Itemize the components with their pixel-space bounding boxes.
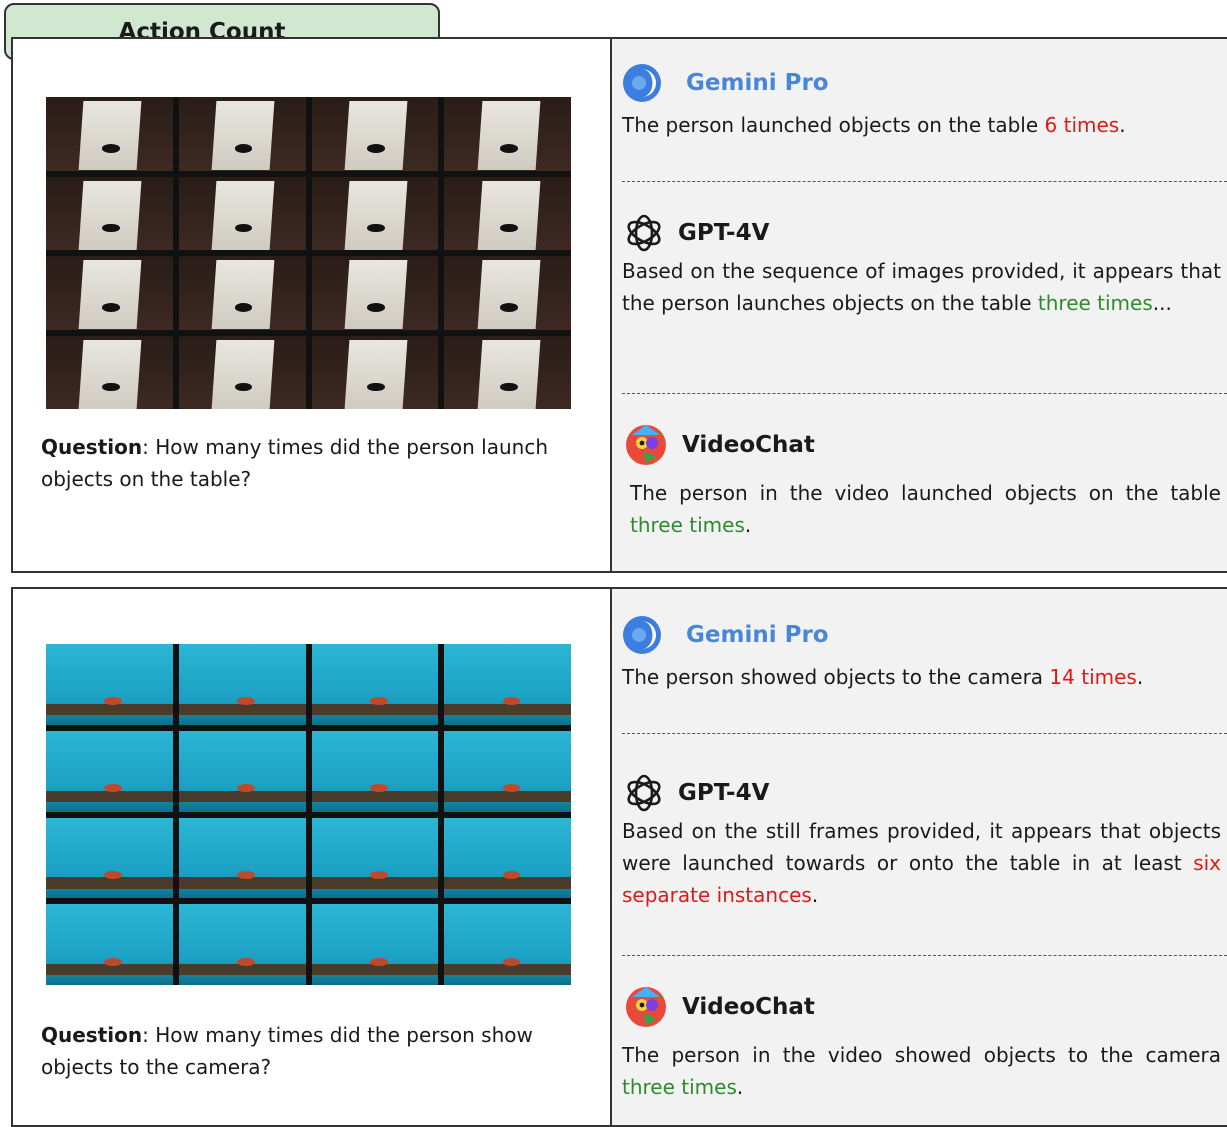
video-frame <box>46 730 173 812</box>
model-answers: Gemini Pro The person launched objects o… <box>612 39 1227 571</box>
answer-gpt4v: GPT-4V Based on the sequence of images p… <box>622 211 1221 319</box>
question-label: Question <box>41 435 143 459</box>
answer-videochat: VideoChat The person in the video launch… <box>622 423 1221 541</box>
answer-highlight: three times <box>630 513 745 537</box>
video-frame <box>311 256 439 330</box>
parrot-logo-icon <box>626 987 666 1027</box>
video-frame <box>46 335 173 409</box>
answer-text: The person showed objects to the camera … <box>622 665 1144 689</box>
video-frame <box>178 176 306 250</box>
video-frame <box>46 904 173 985</box>
video-frame <box>311 335 439 409</box>
video-frame <box>311 730 439 812</box>
video-frame <box>444 256 571 330</box>
model-name: VideoChat <box>682 994 815 1020</box>
video-frame <box>46 644 173 725</box>
video-frame <box>444 817 571 899</box>
question-label: Question <box>41 1023 143 1047</box>
model-name: GPT-4V <box>678 780 770 806</box>
answer-videochat: VideoChat The person in the video showed… <box>622 985 1221 1103</box>
video-frame <box>311 97 439 171</box>
gemini-logo-icon <box>623 616 661 654</box>
video-frame <box>444 176 571 250</box>
video-frame <box>444 97 571 171</box>
answer-highlight: 14 times <box>1049 665 1137 689</box>
video-question-area: Question: How many times did the person … <box>13 39 612 571</box>
model-name: Gemini Pro <box>686 622 829 648</box>
video-frame <box>46 97 173 171</box>
video-frame <box>178 904 306 985</box>
parrot-logo-icon <box>626 425 666 465</box>
example-panel-2: Question: How many times did the person … <box>11 587 1227 1127</box>
video-frame <box>46 256 173 330</box>
model-answers: Gemini Pro The person showed objects to … <box>612 589 1227 1125</box>
model-name: GPT-4V <box>678 220 770 246</box>
video-frame <box>444 904 571 985</box>
divider <box>622 733 1227 734</box>
answer-highlight: three times <box>1037 291 1153 315</box>
openai-logo-icon <box>627 774 661 812</box>
video-frame-grid <box>46 644 571 985</box>
video-frame-grid <box>46 97 571 409</box>
question-text: Question: How many times did the person … <box>41 431 601 495</box>
video-frame <box>178 730 306 812</box>
answer-text: The person in the video showed objects t… <box>622 1043 1221 1099</box>
video-frame <box>178 256 306 330</box>
answer-text: The person in the video launched objects… <box>630 481 1221 537</box>
question-text: Question: How many times did the person … <box>41 1019 601 1083</box>
answer-gpt4v: GPT-4V Based on the still frames provide… <box>622 771 1221 911</box>
video-question-area: Question: How many times did the person … <box>13 589 612 1125</box>
video-frame <box>178 817 306 899</box>
video-frame <box>178 335 306 409</box>
answer-gemini: Gemini Pro The person launched objects o… <box>622 61 1221 141</box>
model-name: Gemini Pro <box>686 70 829 96</box>
answer-text: Based on the sequence of images provided… <box>622 259 1221 315</box>
example-panel-1: Question: How many times did the person … <box>11 37 1227 573</box>
video-frame <box>311 644 439 725</box>
answer-text: The person launched objects on the table… <box>622 113 1126 137</box>
video-frame <box>444 335 571 409</box>
video-frame <box>444 730 571 812</box>
video-frame <box>311 176 439 250</box>
gemini-logo-icon <box>623 64 661 102</box>
answer-highlight: three times <box>622 1075 737 1099</box>
video-frame <box>444 644 571 725</box>
video-frame <box>311 817 439 899</box>
answer-text: Based on the still frames provided, it a… <box>622 819 1221 907</box>
video-frame <box>178 644 306 725</box>
divider <box>622 393 1227 394</box>
model-name: VideoChat <box>682 432 815 458</box>
answer-highlight: 6 times <box>1044 113 1120 137</box>
video-frame <box>46 176 173 250</box>
answer-gemini: Gemini Pro The person showed objects to … <box>622 613 1221 693</box>
video-frame <box>311 904 439 985</box>
video-frame <box>46 817 173 899</box>
divider <box>622 181 1227 182</box>
openai-logo-icon <box>627 214 661 252</box>
video-frame <box>178 97 306 171</box>
divider <box>622 955 1227 956</box>
